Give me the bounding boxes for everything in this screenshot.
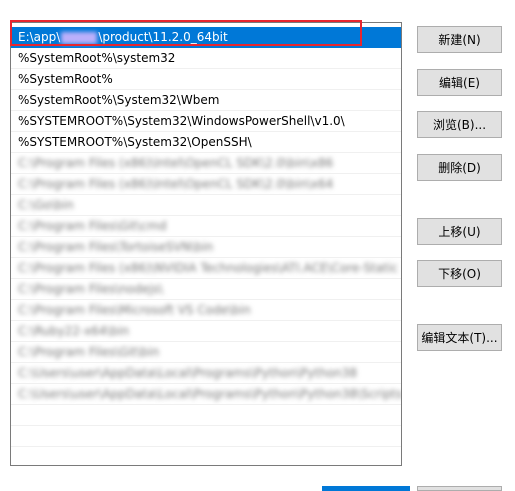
list-item-blurred[interactable]: C:\Ruby22-x64\bin [11, 321, 401, 342]
move-up-button[interactable]: 上移(U) [417, 218, 502, 245]
list-item-label: C:\Users\user\AppData\Local\Programs\Pyt… [18, 387, 401, 401]
path-listbox[interactable]: E:\app\ \product\11.2.0_64bit %SystemRoot… [10, 22, 402, 466]
selected-path-suffix: \product\11.2.0_64bit [98, 30, 228, 44]
list-item-empty[interactable] [11, 405, 401, 426]
delete-button[interactable]: 删除(D) [417, 154, 502, 181]
edit-text-button[interactable]: 编辑文本(T)... [417, 324, 502, 351]
list-item-label: C:\Program Files\TortoiseSVN\bin [18, 240, 214, 254]
list-item-label: C:\Program Files\nodejs\ [18, 282, 163, 296]
list-item-label: %SystemRoot%\System32\Wbem [18, 93, 220, 107]
list-item-label: C:\Program Files (x86)\NVIDIA Technologi… [18, 261, 398, 275]
list-item-label: C:\Program Files (x86)\Intel\OpenCL SDK\… [18, 177, 334, 191]
ok-button-edge[interactable] [322, 486, 410, 491]
new-button[interactable]: 新建(N) [417, 26, 502, 53]
list-item-label: C:\Users\user\AppData\Local\Programs\Pyt… [18, 366, 358, 380]
selected-path-prefix: E:\app\ [18, 30, 61, 44]
list-item-blurred[interactable]: C:\Program Files\TortoiseSVN\bin [11, 237, 401, 258]
list-item-blurred[interactable]: C:\Go\bin [11, 195, 401, 216]
list-item-label: C:\Program Files\Git\cmd [18, 219, 167, 233]
redacted-segment [61, 31, 98, 44]
list-item-blurred[interactable]: C:\Users\user\AppData\Local\Programs\Pyt… [11, 363, 401, 384]
edit-button[interactable]: 编辑(E) [417, 69, 502, 96]
list-item-label: C:\Program Files (x86)\Intel\OpenCL SDK\… [18, 156, 334, 170]
list-item-blurred[interactable]: C:\Program Files\Git\bin [11, 342, 401, 363]
list-item-blurred[interactable]: C:\Users\user\AppData\Local\Programs\Pyt… [11, 384, 401, 405]
list-item-blurred[interactable]: C:\Program Files (x86)\Intel\OpenCL SDK\… [11, 174, 401, 195]
list-item[interactable]: %SystemRoot% [11, 69, 401, 90]
list-item-label: %SystemRoot% [18, 72, 113, 86]
list-item-label: %SYSTEMROOT%\System32\WindowsPowerShell\… [18, 114, 345, 128]
browse-button[interactable]: 浏览(B)... [417, 111, 502, 138]
list-item-label: C:\Program Files\Git\bin [18, 345, 160, 359]
list-item-label: C:\Ruby22-x64\bin [18, 324, 130, 338]
list-item[interactable]: %SystemRoot%\System32\Wbem [11, 90, 401, 111]
list-item[interactable]: %SYSTEMROOT%\System32\OpenSSH\ [11, 132, 401, 153]
list-item-label: %SystemRoot%\system32 [18, 51, 176, 65]
list-item-selected[interactable]: E:\app\ \product\11.2.0_64bit [11, 27, 401, 48]
list-item-blurred[interactable]: C:\Program Files (x86)\Intel\OpenCL SDK\… [11, 153, 401, 174]
list-item-blurred[interactable]: C:\Program Files\nodejs\ [11, 279, 401, 300]
move-down-button[interactable]: 下移(O) [417, 260, 502, 287]
list-item-blurred[interactable]: C:\Program Files (x86)\NVIDIA Technologi… [11, 258, 401, 279]
list-item[interactable]: %SystemRoot%\system32 [11, 48, 401, 69]
list-item-empty[interactable] [11, 426, 401, 447]
list-item-label: C:\Go\bin [18, 198, 74, 212]
list-item-blurred[interactable]: C:\Program Files\Microsoft VS Code\bin [11, 300, 401, 321]
list-item-label: %SYSTEMROOT%\System32\OpenSSH\ [18, 135, 252, 149]
list-item-label: C:\Program Files\Microsoft VS Code\bin [18, 303, 251, 317]
list-item-blurred[interactable]: C:\Program Files\Git\cmd [11, 216, 401, 237]
list-item[interactable]: %SYSTEMROOT%\System32\WindowsPowerShell\… [11, 111, 401, 132]
cancel-button-edge[interactable] [417, 486, 502, 491]
